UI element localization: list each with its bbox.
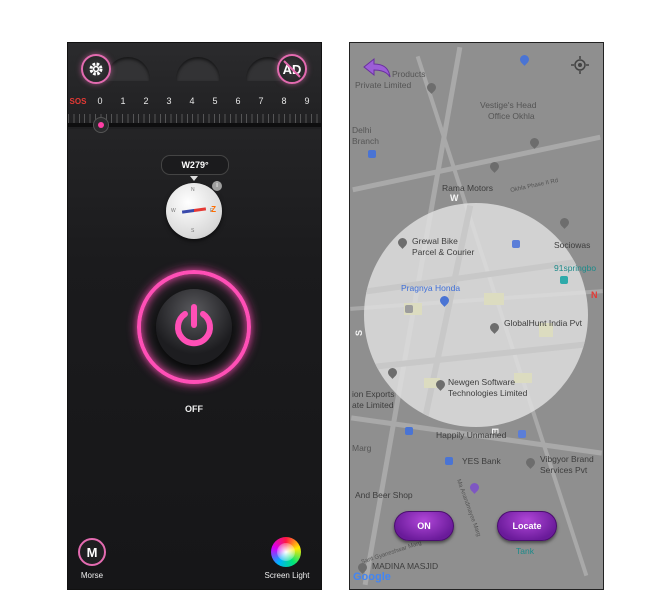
- map-label: Grewal Bike: [412, 236, 458, 246]
- map-label: Sociowas: [554, 240, 591, 250]
- bank-icon[interactable]: [368, 150, 376, 158]
- my-location-icon: [571, 56, 589, 74]
- frequency-scale[interactable]: SOS 0 1 2 3 4 5 6 7 8 9: [68, 92, 321, 124]
- sos-label[interactable]: SOS: [68, 97, 88, 106]
- map-label: Tank: [516, 546, 534, 556]
- map-east-marker: E: [490, 427, 501, 435]
- map-pin-icon[interactable]: [558, 216, 571, 229]
- scale-number[interactable]: 2: [138, 96, 154, 106]
- top-panel: AD SOS 0 1 2 3 4 5 6 7 8 9: [68, 43, 321, 129]
- settings-button[interactable]: [81, 54, 111, 84]
- no-ads-slash-icon: [283, 60, 301, 78]
- flashlight-screen: AD SOS 0 1 2 3 4 5 6 7 8 9 W279° N S W E…: [67, 42, 322, 590]
- map-label: Parcel & Courier: [412, 247, 475, 257]
- map-label: Private Limited: [355, 80, 412, 90]
- google-logo-text: Google: [353, 571, 391, 583]
- my-location-button[interactable]: [570, 55, 590, 75]
- scale-number[interactable]: 3: [161, 96, 177, 106]
- panel-knob: [106, 57, 150, 81]
- map-pin-icon[interactable]: [518, 53, 531, 66]
- map-road: [364, 341, 588, 371]
- color-wheel-icon: [277, 543, 295, 561]
- scale-number[interactable]: 7: [253, 96, 269, 106]
- morse-button[interactable]: M: [78, 538, 106, 566]
- scale-number[interactable]: 6: [230, 96, 246, 106]
- map-pin-icon[interactable]: [524, 456, 537, 469]
- map-building: [484, 293, 504, 305]
- map-label: And Beer Shop: [355, 490, 413, 500]
- map-label: ate Limited: [352, 400, 394, 410]
- gear-icon: [89, 62, 103, 76]
- map-label: ion Exports: [352, 389, 395, 399]
- map-north-marker: N: [591, 290, 598, 300]
- scale-number[interactable]: 8: [276, 96, 292, 106]
- map-label: Newgen Software: [448, 377, 516, 387]
- screen-light-button[interactable]: [271, 537, 301, 567]
- bank-icon[interactable]: [445, 457, 453, 465]
- map-label: 91springbo: [554, 263, 597, 273]
- screen-light-label: Screen Light: [264, 571, 310, 580]
- compass-z-label: Z: [211, 205, 216, 214]
- back-arrow-icon: [363, 57, 391, 78]
- power-icon: [175, 304, 213, 347]
- heading-pointer-icon: [190, 176, 198, 181]
- map-label: Branch: [352, 136, 379, 146]
- map-label: Vestige's Head: [480, 100, 537, 110]
- map-west-marker: W: [450, 193, 459, 203]
- morse-label: Morse: [80, 571, 104, 580]
- compass-south: S: [191, 228, 195, 234]
- map-label: Delhi: [352, 125, 372, 135]
- scale-number[interactable]: 9: [299, 96, 315, 106]
- back-button[interactable]: [362, 57, 392, 79]
- bank-icon[interactable]: [405, 427, 413, 435]
- map-label: Vibgyor Brand: [540, 454, 594, 464]
- compass-west: W: [171, 208, 176, 214]
- map-label: Okhla Phase II Rd: [509, 178, 559, 194]
- school-icon[interactable]: [518, 430, 526, 438]
- scale-number[interactable]: 5: [207, 96, 223, 106]
- compass-needle-icon: [181, 207, 207, 214]
- map-label: Rama Motors: [442, 183, 494, 193]
- map-label: YES Bank: [462, 456, 501, 466]
- office-icon[interactable]: [560, 276, 568, 284]
- compass: N S W E Z: [166, 183, 222, 239]
- map-label: Technologies Limited: [448, 388, 528, 398]
- google-logo: Google: [353, 571, 391, 583]
- locate-button[interactable]: Locate: [497, 511, 557, 541]
- compass-info-icon[interactable]: i: [212, 181, 222, 191]
- compass-heading: W279°: [161, 155, 229, 175]
- scale-number[interactable]: 1: [115, 96, 131, 106]
- power-control: [131, 264, 257, 390]
- map-south-marker: S: [354, 329, 365, 337]
- compass-north: N: [191, 187, 195, 193]
- map-label: Services Pvt: [540, 465, 588, 475]
- power-button[interactable]: [156, 289, 232, 365]
- map-pin-icon[interactable]: [468, 481, 481, 494]
- map-label: Pragnya Honda: [401, 283, 461, 293]
- map-label: MADINA MASJID: [372, 561, 439, 571]
- map-label: Marg: [352, 443, 372, 453]
- frequency-slider-handle[interactable]: [93, 117, 109, 133]
- map-building-icon: [405, 305, 413, 313]
- scale-number[interactable]: 4: [184, 96, 200, 106]
- map-label: GlobalHunt India Pvt: [504, 318, 582, 328]
- school-icon[interactable]: [512, 240, 520, 248]
- map-screen: Products Private Limited Vestige's Head …: [349, 42, 604, 590]
- on-button[interactable]: ON: [394, 511, 454, 541]
- panel-knob: [176, 57, 220, 81]
- map-label: Office Okhla: [488, 111, 535, 121]
- remove-ads-button[interactable]: AD: [277, 54, 307, 84]
- power-state-label: OFF: [185, 404, 203, 414]
- map-building: [514, 373, 532, 383]
- scale-number[interactable]: 0: [92, 96, 108, 106]
- map-label: Products: [392, 69, 426, 79]
